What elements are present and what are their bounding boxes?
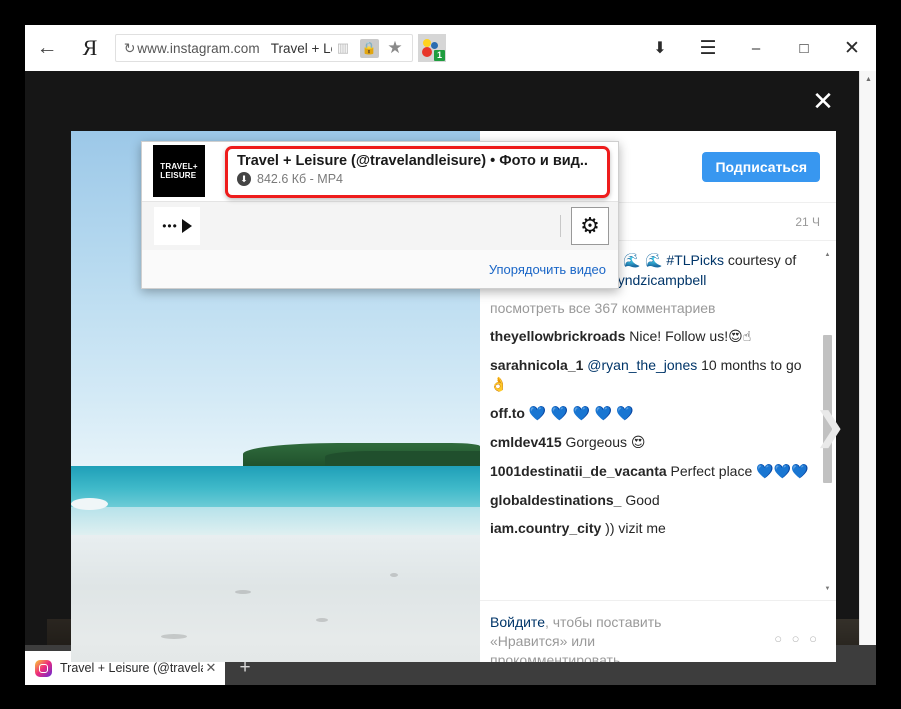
download-footer-row: Упорядочить видео	[142, 250, 618, 288]
comment-item: theyellowbrickroads Nice! Follow us!😍☝	[490, 327, 810, 347]
comments-list[interactable]: travelandleisure 🌊 🌊 🌊 #TLPicks courtesy…	[480, 241, 836, 600]
lock-icon-wrap[interactable]: 🔒	[358, 37, 380, 59]
comment-text: Gorgeous	[565, 434, 627, 450]
comment-emoji: 💙💙💙	[756, 464, 809, 480]
comment-username[interactable]: cmldev415	[490, 434, 562, 450]
browser-window: ← Я ↻ www.instagram.com Travel + Leis...…	[25, 25, 876, 685]
modal-close-icon[interactable]: ✕	[806, 84, 840, 118]
menu-icon[interactable]: ☰	[684, 25, 732, 71]
extension-dot-red	[422, 47, 432, 57]
comment-username[interactable]: 1001destinatii_de_vacanta	[490, 463, 667, 479]
comment-username[interactable]: off.to	[490, 405, 525, 421]
page-scroll-up-icon[interactable]: ▲	[860, 71, 876, 88]
window-close-button[interactable]: ✕	[828, 25, 876, 71]
comment-emoji: 💙 💙 💙 💙 💙	[528, 406, 634, 422]
comment-emoji: 😍	[630, 435, 646, 451]
tab-close-icon[interactable]: ✕	[203, 660, 219, 676]
post-options-icon[interactable]: ○ ○ ○	[774, 613, 820, 646]
comment-hashtag[interactable]: #TLPicks	[666, 252, 724, 268]
reader-mode-icon[interactable]: ▥	[332, 37, 354, 59]
comment-username[interactable]: iam.country_city	[490, 520, 601, 536]
comment-emoji: 😍☝	[728, 329, 752, 345]
comment-emoji: 👌	[490, 377, 508, 393]
download-popup: TRAVEL+ LEISURE Travel + Leisure (@travel…	[141, 141, 619, 289]
comment-text: )) vizit me	[605, 520, 666, 536]
download-item-row: TRAVEL+ LEISURE Travel + Leisure (@travel…	[142, 142, 618, 201]
back-arrow-icon[interactable]: ←	[25, 25, 69, 71]
comment-mention[interactable]: @ryan_the_jones	[587, 357, 697, 373]
toolbar-separator	[560, 215, 561, 237]
maximize-button[interactable]: □	[780, 25, 828, 71]
reload-icon[interactable]: ↻	[122, 40, 137, 57]
page-scroll-thumb[interactable]	[860, 88, 876, 588]
comment-username[interactable]: theyellowbrickroads	[490, 328, 625, 344]
comment-item: globaldestinations_ Good	[490, 491, 810, 510]
download-thumbnail-text: TRAVEL+ LEISURE	[160, 162, 198, 180]
comment-item: iam.country_city )) vizit me	[490, 519, 810, 538]
download-file-size: 842.6 Кб - MP4	[257, 172, 344, 186]
comment-username[interactable]: globaldestinations_	[490, 492, 621, 508]
bookmark-star-icon[interactable]: ★	[384, 37, 406, 59]
yandex-logo-icon[interactable]: Я	[69, 25, 111, 71]
downloads-icon[interactable]: ⬇	[636, 25, 684, 71]
browser-toolbar: ← Я ↻ www.instagram.com Travel + Leis...…	[25, 25, 876, 71]
download-status-icon: ⬇	[237, 172, 251, 186]
comment-item: sarahnicola_1 @ryan_the_jones 10 months …	[490, 356, 810, 395]
url-host: www.instagram.com	[137, 40, 260, 56]
media-more-icon[interactable]: •••	[162, 219, 178, 233]
download-thumbnail: TRAVEL+ LEISURE	[153, 145, 205, 197]
comment-text: Good	[625, 492, 660, 508]
login-link[interactable]: Войдите	[490, 614, 545, 630]
follow-button[interactable]: Подписаться	[702, 151, 820, 182]
extension-badge-count: 1	[433, 50, 445, 61]
comment-username[interactable]: sarahnicola_1	[490, 357, 583, 373]
comment-item: off.to 💙 💙 💙 💙 💙	[490, 404, 810, 424]
minimize-button[interactable]: –	[732, 25, 780, 71]
scroll-down-arrow-icon[interactable]: ▼	[822, 583, 833, 594]
comment-text: Perfect place	[670, 463, 753, 479]
next-post-arrow-icon[interactable]: ❯	[810, 404, 850, 448]
url-page-title: Travel + Leis...	[270, 40, 332, 56]
comment-text: Nice! Follow us!	[629, 328, 729, 344]
page-scrollbar[interactable]: ▲ ▼	[859, 71, 876, 662]
extension-dot-yellow	[423, 39, 431, 47]
organize-videos-link[interactable]: Упорядочить видео	[489, 262, 606, 277]
login-prompt: Войдите, чтобы поставить «Нравится» или …	[490, 613, 702, 662]
media-preview-controls[interactable]: •••	[154, 207, 200, 245]
download-media-row: ••• ⚙	[142, 201, 618, 250]
instagram-favicon-icon	[35, 659, 52, 677]
comment-item: 1001destinatii_de_vacanta Perfect place …	[490, 462, 810, 482]
extension-dot-blue	[431, 42, 438, 49]
address-bar[interactable]: ↻ www.instagram.com Travel + Leis... ▥ 🔒…	[115, 34, 413, 62]
gear-icon[interactable]: ⚙	[571, 207, 609, 245]
comment-item: cmldev415 Gorgeous 😍	[490, 433, 810, 453]
photo-sand	[71, 534, 480, 662]
post-footer: Войдите, чтобы поставить «Нравится» или …	[480, 600, 836, 662]
comment-text: 10 months to go	[701, 357, 802, 373]
download-file-title[interactable]: Travel + Leisure (@travelandleisure) • Ф…	[237, 153, 598, 169]
photo-speck	[234, 589, 251, 594]
lock-icon: 🔒	[359, 38, 379, 58]
photo-speck	[316, 617, 329, 622]
post-time: 21 ч	[795, 214, 820, 229]
view-all-comments-link[interactable]: посмотреть все 367 комментариев	[490, 299, 810, 318]
download-item-highlight[interactable]: Travel + Leisure (@travelandleisure) • Ф…	[225, 146, 610, 198]
extension-icon[interactable]: 1	[418, 34, 446, 62]
page-viewport: ✕ ❯ eis...	[25, 71, 876, 662]
media-play-icon[interactable]	[181, 219, 192, 233]
scroll-up-arrow-icon[interactable]: ▲	[822, 249, 833, 260]
tab-title: Travel + Leisure (@travela	[60, 661, 203, 675]
